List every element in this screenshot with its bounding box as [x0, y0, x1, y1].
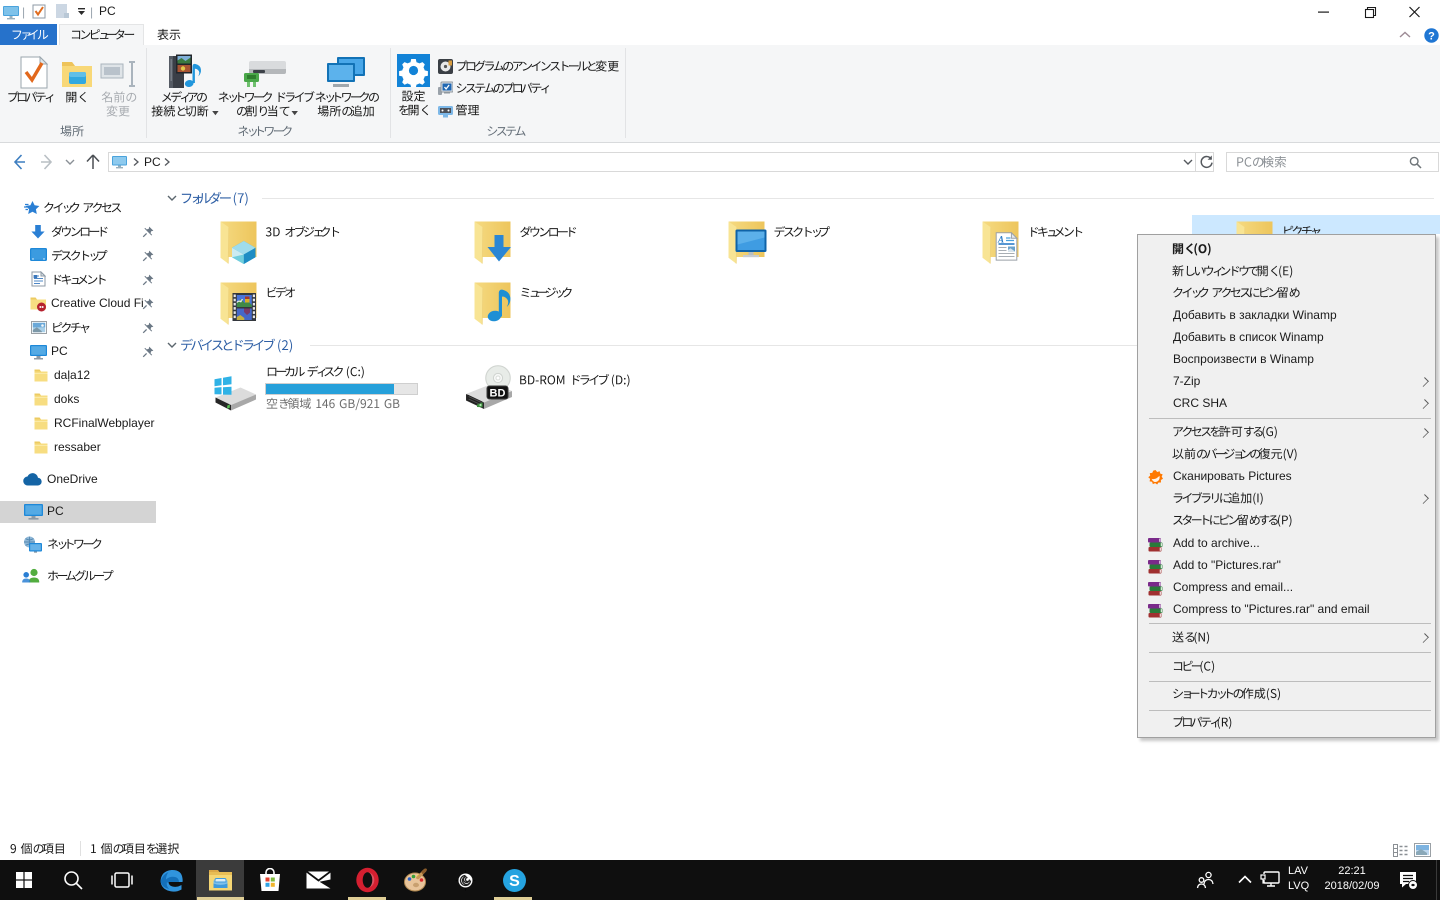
- svg-text:A: A: [997, 234, 1004, 244]
- svg-text:?: ?: [1428, 30, 1435, 42]
- svg-text:S: S: [509, 873, 520, 890]
- svg-text:BD: BD: [490, 388, 506, 400]
